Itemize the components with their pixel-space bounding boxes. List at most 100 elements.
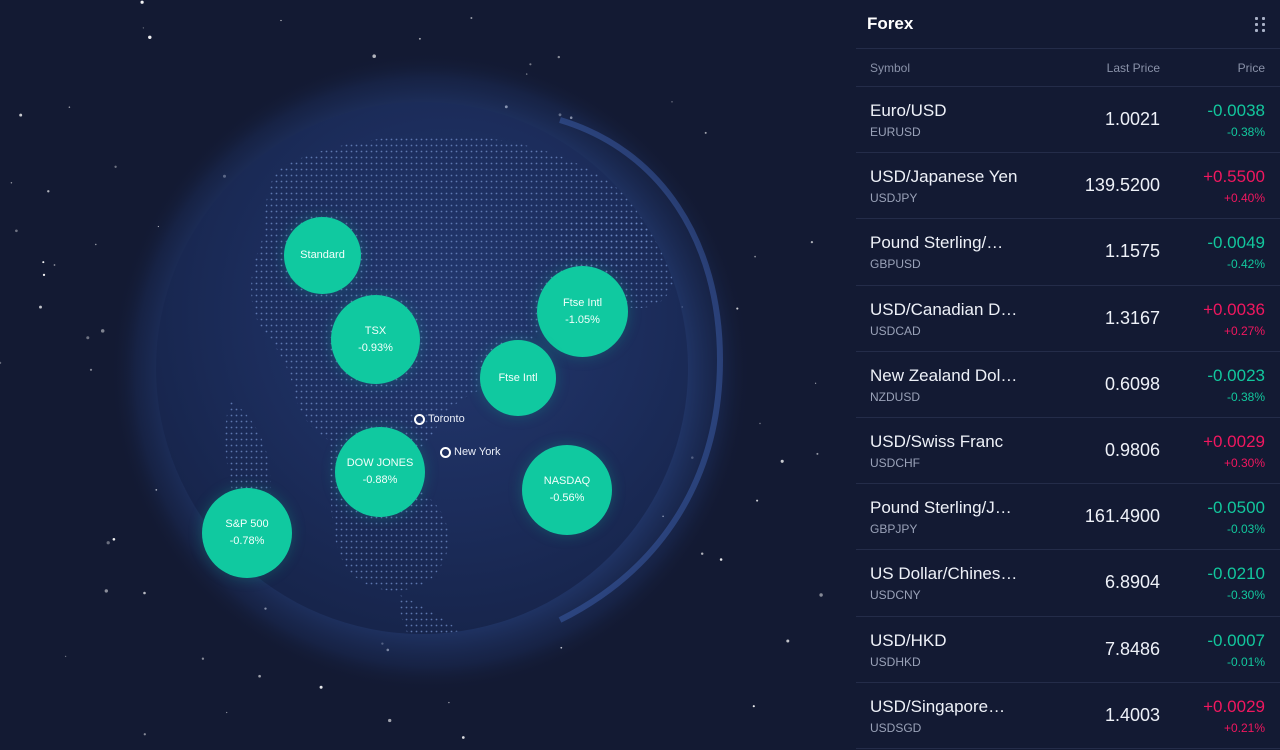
market-bubble-ftse-intl[interactable]: Ftse Intl -1.05% [537, 266, 628, 357]
price-change-cell: -0.0210 -0.30% [1160, 563, 1265, 602]
symbol-cell: USD/HKD USDHKD [870, 630, 1050, 669]
star [700, 552, 704, 555]
star [719, 558, 723, 561]
star [756, 499, 759, 502]
city-marker-new-york[interactable]: New York [440, 446, 500, 458]
star [754, 255, 756, 258]
star [15, 229, 18, 233]
price-change-cell: +0.5500 +0.40% [1160, 166, 1265, 205]
star [470, 17, 473, 19]
market-bubble-tsx[interactable]: TSX -0.93% [331, 295, 420, 384]
price-change: -0.0038 [1207, 101, 1265, 121]
star [86, 336, 90, 340]
star [143, 733, 146, 736]
pair-code: GBPJPY [870, 522, 918, 537]
table-row[interactable]: New Zealand Dol… NZDUSD 0.6098 -0.0023 -… [856, 352, 1280, 418]
table-row[interactable]: Pound Sterling/… GBPUSD 1.1575 -0.0049 -… [856, 219, 1280, 286]
last-price-cell: 161.4900 [1050, 506, 1160, 527]
percent-change: +0.30% [1223, 456, 1265, 471]
table-row[interactable]: USD/Japanese Yen USDJPY 139.5200 +0.5500… [856, 153, 1280, 220]
percent-change: -0.42% [1226, 257, 1265, 272]
star [752, 705, 755, 708]
column-header-symbol[interactable]: Symbol [870, 61, 1050, 75]
price-change-cell: +0.0029 +0.30% [1160, 431, 1265, 470]
forex-header: Forex [856, 0, 1280, 49]
star [95, 243, 97, 246]
column-header-last-price[interactable]: Last Price [1050, 61, 1160, 75]
star [557, 55, 560, 59]
bubble-change: -0.56% [549, 492, 585, 504]
table-row[interactable]: USD/HKD USDHKD 7.8486 -0.0007 -0.01% [856, 617, 1280, 683]
globe-view[interactable]: Standard TSX -0.93% Ftse Intl -1.05% Fts… [0, 0, 856, 750]
price-change-cell: -0.0023 -0.38% [1160, 365, 1265, 404]
pair-name: USD/Canadian D… [870, 299, 1018, 319]
market-bubble-sp500[interactable]: S&P 500 -0.78% [202, 488, 292, 578]
symbol-cell: US Dollar/Chines… USDCNY [870, 563, 1050, 602]
city-marker-toronto[interactable]: Toronto [414, 413, 465, 425]
table-row[interactable]: US Dollar/Chines… USDCNY 6.8904 -0.0210 … [856, 550, 1280, 617]
last-price-cell: 1.4003 [1050, 705, 1160, 726]
star [106, 541, 110, 545]
last-price: 1.1575 [1104, 241, 1160, 262]
price-change: -0.0500 [1207, 498, 1265, 518]
table-row[interactable]: Pound Sterling/J… GBPJPY 161.4900 -0.050… [856, 484, 1280, 551]
star [280, 19, 282, 22]
last-price: 1.4003 [1104, 704, 1160, 725]
price-change: +0.0036 [1203, 299, 1265, 319]
pair-code: USDHKD [870, 654, 921, 669]
bubble-name: NASDAQ [543, 475, 591, 487]
star [671, 101, 673, 103]
star [68, 106, 71, 108]
last-price: 1.0021 [1104, 109, 1160, 130]
price-change: +0.0029 [1203, 696, 1265, 716]
market-bubble-dow-jones[interactable]: DOW JONES -0.88% [335, 427, 425, 517]
star [529, 63, 532, 66]
price-change-cell: -0.0007 -0.01% [1160, 630, 1265, 669]
pair-name: Pound Sterling/… [870, 233, 1004, 253]
star [42, 273, 46, 277]
star [814, 382, 817, 384]
city-label: Toronto [428, 413, 465, 425]
last-price: 139.5200 [1084, 175, 1160, 196]
bubble-name: Standard [300, 249, 345, 261]
market-bubble-ftse-intl-2[interactable]: Ftse Intl [480, 340, 556, 416]
last-price-cell: 1.0021 [1050, 109, 1160, 130]
star [42, 261, 45, 264]
column-header-price[interactable]: Price [1160, 61, 1265, 75]
pair-name: Pound Sterling/J… [870, 498, 1012, 518]
star [104, 589, 108, 593]
percent-change: -0.38% [1226, 125, 1265, 140]
price-change-cell: -0.0500 -0.03% [1160, 497, 1265, 536]
table-row[interactable]: USD/Singapore… USDSGD 1.4003 +0.0029 +0.… [856, 683, 1280, 749]
last-price: 1.3167 [1104, 307, 1160, 328]
star [142, 27, 145, 29]
pair-code: USDCAD [870, 323, 921, 338]
star [19, 113, 23, 117]
star [10, 182, 13, 184]
drag-dots-icon[interactable] [1252, 14, 1268, 34]
star [388, 718, 392, 723]
table-row[interactable]: Euro/USD EURUSD 1.0021 -0.0038 -0.38% [856, 87, 1280, 154]
bubble-name: DOW JONES [346, 457, 414, 469]
location-pin-icon [414, 413, 425, 425]
market-bubble-standard[interactable]: Standard [284, 217, 361, 294]
pair-code: GBPUSD [870, 257, 921, 272]
market-bubble-nasdaq[interactable]: NASDAQ -0.56% [522, 445, 612, 535]
pair-code: NZDUSD [870, 389, 920, 404]
market-dashboard: Standard TSX -0.93% Ftse Intl -1.05% Fts… [0, 0, 1280, 750]
bubble-change: -0.78% [229, 535, 265, 547]
star [704, 131, 707, 134]
last-price: 0.6098 [1104, 373, 1160, 394]
star [258, 674, 261, 678]
star [201, 657, 205, 660]
forex-column-headers: Symbol Last Price Price [856, 49, 1280, 87]
pair-name: USD/HKD [870, 630, 947, 650]
table-row[interactable]: USD/Swiss Franc USDCHF 0.9806 +0.0029 +0… [856, 418, 1280, 485]
bubble-name: TSX [364, 324, 387, 337]
bubble-change: -0.93% [358, 341, 393, 354]
table-row[interactable]: USD/Canadian D… USDCAD 1.3167 +0.0036 +0… [856, 286, 1280, 352]
pair-code: USDCNY [870, 588, 921, 603]
symbol-cell: USD/Singapore… USDSGD [870, 696, 1050, 735]
bubble-name: S&P 500 [225, 518, 269, 530]
percent-change: +0.21% [1223, 720, 1265, 735]
